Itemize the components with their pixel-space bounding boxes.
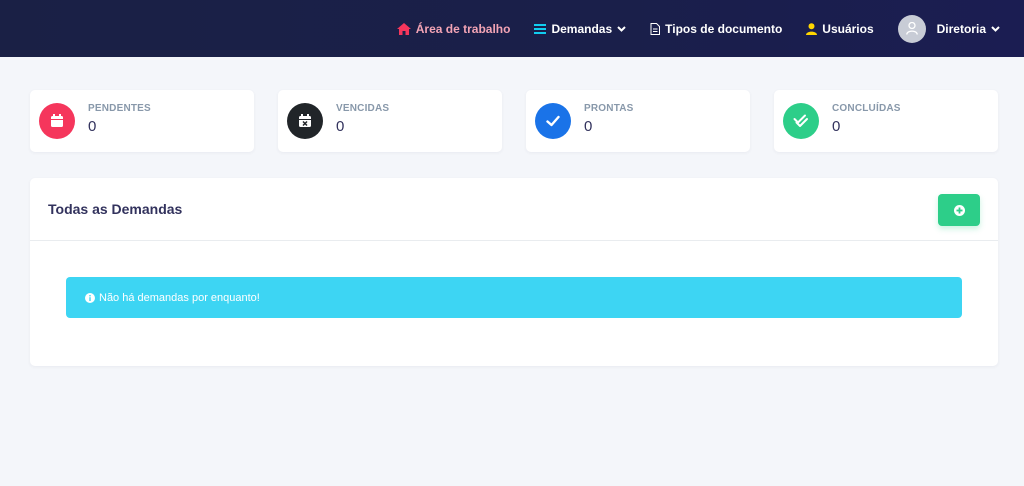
double-check-icon [783, 103, 819, 139]
user-name: Diretoria [936, 21, 986, 36]
stat-card-prontas: PRONTAS 0 [526, 90, 750, 152]
stats-row: PENDENTES 0 VENCIDAS 0 PRONTAS 0 CONCLUÍ… [30, 90, 998, 152]
info-icon [85, 292, 95, 303]
nav-demandas[interactable]: Demandas [534, 22, 626, 36]
document-icon [650, 22, 661, 35]
chevron-down-icon [617, 25, 626, 32]
card-header: Todas as Demandas [30, 178, 998, 241]
stat-label: PRONTAS [584, 103, 634, 114]
home-icon [396, 22, 411, 35]
plus-circle-icon [953, 204, 965, 216]
stat-value: 0 [584, 118, 593, 135]
top-navbar: Área de trabalho Demandas Tipos de docum… [0, 0, 1024, 57]
nav-tipos-documento[interactable]: Tipos de documento [650, 22, 782, 36]
stat-value: 0 [832, 118, 841, 135]
nav-home-label: Área de trabalho [415, 21, 511, 36]
demandas-card: Todas as Demandas Não há demandas por en… [30, 178, 998, 366]
nav-demandas-label: Demandas [551, 21, 613, 36]
avatar-icon [905, 22, 918, 35]
list-icon [534, 23, 547, 34]
nav-tipos-label: Tipos de documento [665, 21, 783, 36]
calendar-icon [39, 103, 75, 139]
add-demanda-button[interactable] [938, 194, 980, 226]
stat-card-concluidas: CONCLUÍDAS 0 [774, 90, 998, 152]
nav-home[interactable]: Área de trabalho [396, 21, 511, 36]
user-icon [806, 22, 818, 35]
stat-value: 0 [88, 118, 97, 135]
stat-label: VENCIDAS [336, 103, 390, 114]
empty-message: Não há demandas por enquanto! [99, 291, 260, 304]
stat-card-vencidas: VENCIDAS 0 [278, 90, 502, 152]
page-title: Todas as Demandas [48, 201, 183, 217]
empty-alert: Não há demandas por enquanto! [66, 277, 962, 318]
check-icon [535, 103, 571, 139]
stat-value: 0 [336, 118, 345, 135]
stat-label: PENDENTES [88, 103, 151, 114]
nav-usuarios[interactable]: Usuários [806, 21, 874, 36]
chevron-down-icon [991, 25, 1000, 32]
avatar [897, 14, 926, 43]
stat-label: CONCLUÍDAS [832, 103, 901, 114]
calendar-x-icon [287, 103, 323, 139]
nav-usuarios-label: Usuários [822, 21, 874, 36]
stat-card-pendentes: PENDENTES 0 [30, 90, 254, 152]
user-menu[interactable]: Diretoria [897, 14, 1000, 43]
